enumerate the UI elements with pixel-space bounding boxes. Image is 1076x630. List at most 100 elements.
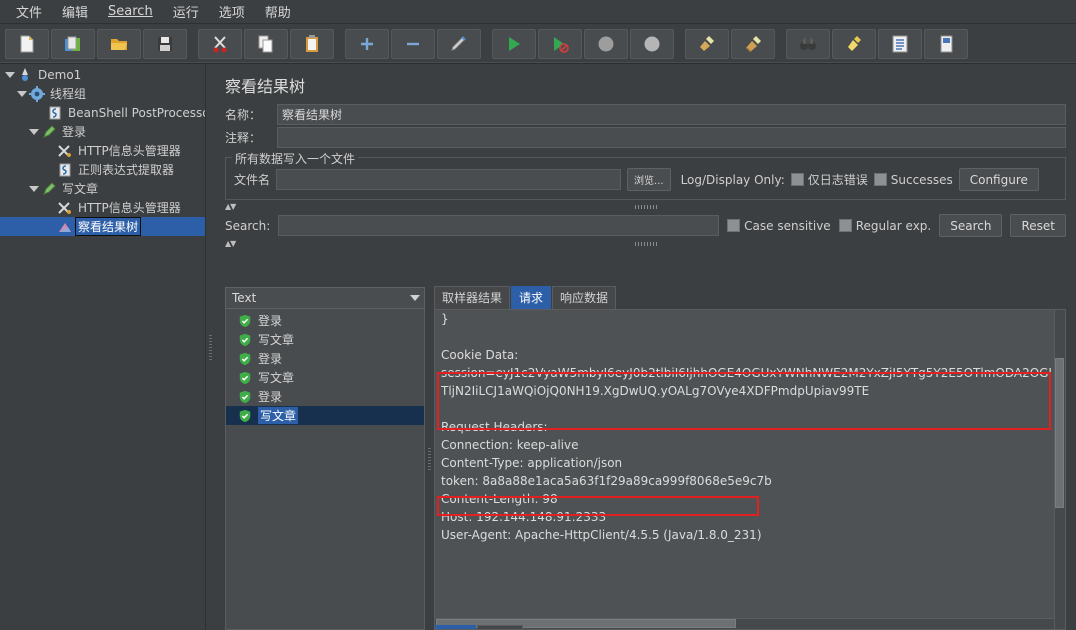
splitter-arrows-icon[interactable]: ▲▼	[225, 203, 236, 211]
successes-checkbox[interactable]	[873, 173, 887, 186]
post-processor-icon	[59, 163, 71, 176]
list-item[interactable]: 登录	[226, 311, 424, 330]
toolbar-copy[interactable]	[244, 28, 288, 59]
plus-icon	[361, 37, 373, 50]
successes-checkbox-wrap[interactable]: Successes	[873, 173, 953, 187]
btab-http[interactable]: HTTP	[477, 625, 524, 629]
list-item[interactable]: 写文章	[226, 368, 424, 387]
chevron-down-icon[interactable]	[16, 88, 28, 100]
horizontal-scrollbar[interactable]	[435, 618, 1054, 629]
toolbar-paste[interactable]	[290, 28, 334, 59]
list-item[interactable]: 登录	[226, 349, 424, 368]
comment-input[interactable]	[277, 127, 1066, 148]
toolbar-open[interactable]	[97, 28, 141, 59]
search-button[interactable]: Search	[939, 214, 1003, 237]
sampler-result-list[interactable]: 登录 写文章 登录 写文章 登录 写文章	[225, 309, 425, 630]
toolbar-save[interactable]	[143, 28, 187, 59]
minus-icon	[407, 42, 419, 45]
list-item[interactable]: 写文章	[226, 406, 424, 425]
tree-node-demo1[interactable]: Demo1	[0, 65, 205, 84]
regex-checkbox[interactable]	[838, 219, 852, 232]
tree-node-beanshell-postprocessor[interactable]: BeanShell PostProcessor	[0, 103, 205, 122]
renderer-combo[interactable]: Text	[225, 287, 425, 309]
toolbar-stop[interactable]	[584, 28, 628, 59]
tree-node-regex-extractor[interactable]: 正则表达式提取器	[0, 160, 205, 179]
tree-node-header-manager-1[interactable]: HTTP信息头管理器	[0, 141, 205, 160]
tree-node-header-manager-2[interactable]: HTTP信息头管理器	[0, 198, 205, 217]
tree-node-login-sampler[interactable]: 登录	[0, 122, 205, 141]
case-sensitive-checkbox[interactable]	[727, 219, 741, 232]
toolbar-search[interactable]	[786, 28, 830, 59]
chevron-down-icon[interactable]	[28, 126, 40, 138]
post-processor-icon	[49, 106, 61, 119]
tree-label: HTTP信息头管理器	[78, 144, 181, 158]
case-sensitive-checkbox-wrap[interactable]: Case sensitive	[727, 219, 831, 233]
detail-tabs: 取样器结果 请求 响应数据	[434, 286, 1066, 309]
tab-request[interactable]: 请求	[511, 286, 552, 309]
toolbar-start[interactable]	[492, 28, 536, 59]
errors-only-checkbox-wrap[interactable]: 仅日志错误	[790, 171, 868, 188]
toolbar-log-viewer[interactable]	[878, 28, 922, 59]
menu-search-label: Search	[108, 4, 153, 19]
log-list-icon	[892, 35, 908, 52]
search-input[interactable]	[278, 215, 720, 236]
toolbar-warning-counter[interactable]	[924, 28, 968, 59]
request-content-box[interactable]: } Cookie Data: session=eyJ1c2VyaW5mbyI6e…	[434, 309, 1066, 630]
toolbar-cut[interactable]	[198, 28, 242, 59]
menu-search[interactable]: Search	[98, 2, 163, 21]
search-bar: Search: Case sensitive Regular exp. Sear…	[215, 212, 1076, 237]
tab-sampler-result[interactable]: 取样器结果	[434, 286, 511, 309]
toolbar-toggle[interactable]	[437, 28, 481, 59]
log-display-only-label: Log/Display Only:	[680, 172, 785, 187]
tree-node-thread-group[interactable]: 线程组	[0, 84, 205, 103]
tree-label: HTTP信息头管理器	[78, 201, 181, 215]
toolbar-clear-all[interactable]	[731, 28, 775, 59]
toolbar-templates[interactable]	[51, 28, 95, 59]
toolbar-new[interactable]	[5, 28, 49, 59]
reset-button[interactable]: Reset	[1010, 214, 1066, 237]
toolbar-expand[interactable]	[345, 28, 389, 59]
chevron-down-icon[interactable]	[28, 183, 40, 195]
toolbar-start-no-pauses[interactable]	[538, 28, 582, 59]
list-item-label: 写文章	[258, 407, 299, 424]
name-input[interactable]: 察看结果树	[277, 104, 1066, 125]
file-group-splitter[interactable]: ▲▼	[225, 202, 1066, 212]
cut-scissors-icon	[213, 35, 227, 52]
splitter-dots-icon	[634, 205, 657, 209]
list-item[interactable]: 写文章	[226, 330, 424, 349]
test-plan-tree[interactable]: Demo1 线程组 BeanShell PostProcessor 登录 HTT…	[0, 65, 206, 630]
toolbar-reset-search[interactable]	[832, 28, 876, 59]
chevron-down-icon[interactable]	[4, 69, 16, 81]
configure-button[interactable]: Configure	[958, 168, 1039, 191]
tree-node-view-results-tree[interactable]: 察看结果树	[0, 217, 205, 236]
new-file-icon	[20, 35, 34, 52]
splitter-arrows-icon[interactable]: ▲▼	[225, 240, 236, 248]
tree-node-write-article-sampler[interactable]: 写文章	[0, 179, 205, 198]
main-splitter-handle[interactable]	[206, 65, 215, 630]
menu-edit[interactable]: 编辑	[52, 0, 98, 23]
btab-raw[interactable]: Raw	[435, 625, 477, 629]
menu-file[interactable]: 文件	[6, 0, 52, 23]
menu-help[interactable]: 帮助	[255, 0, 301, 23]
results-list-pane: Text 登录 写文章 登录 写文章 登录 写文章	[225, 287, 425, 630]
success-shield-icon	[239, 371, 251, 384]
success-shield-icon	[239, 333, 251, 346]
menu-options[interactable]: 选项	[209, 0, 255, 23]
vertical-scrollbar[interactable]	[1054, 310, 1065, 629]
filename-input[interactable]	[276, 169, 622, 190]
list-item[interactable]: 登录	[226, 387, 424, 406]
toolbar-collapse[interactable]	[391, 28, 435, 59]
results-splitter-handle[interactable]	[425, 287, 434, 630]
vertical-scroll-thumb[interactable]	[1055, 358, 1064, 508]
tab-response-data[interactable]: 响应数据	[552, 286, 617, 309]
menu-run[interactable]: 运行	[163, 0, 209, 23]
regex-checkbox-wrap[interactable]: Regular exp.	[838, 219, 931, 233]
browse-button[interactable]: 浏览...	[627, 168, 671, 191]
search-splitter[interactable]: ▲▼	[225, 239, 1066, 249]
toolbar-clear[interactable]	[685, 28, 729, 59]
errors-only-checkbox[interactable]	[790, 173, 804, 186]
toolbar-shutdown[interactable]	[630, 28, 674, 59]
chevron-down-icon[interactable]	[410, 295, 420, 301]
jmeter-window: 文件 编辑 Search 运行 选项 帮助 Demo1 线程组 BeanShel…	[0, 0, 1076, 630]
request-text: } Cookie Data: session=eyJ1c2VyaW5mbyI6e…	[441, 312, 1051, 542]
